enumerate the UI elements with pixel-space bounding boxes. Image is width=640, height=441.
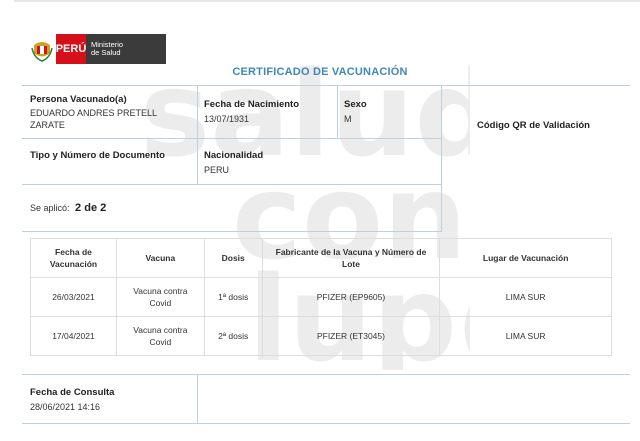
ministry-label: Ministerio de Salud	[86, 34, 166, 64]
cell-dose: 2ª dosis	[203, 316, 263, 356]
grid-line	[22, 85, 630, 86]
vaccination-table: Fecha de Vacunación Vacuna Dosis Fabrica…	[30, 238, 612, 356]
person-name-value: EDUARDO ANDRES PRETELL ZARATE	[30, 107, 157, 131]
cell-vaccine: Vacuna contra Covid	[115, 277, 205, 317]
table-row: 17/04/2021 Vacuna contra Covid 2ª dosis …	[30, 316, 612, 356]
column-header-maker: Fabricante de la Vacuna y Número de Lote	[261, 238, 441, 278]
person-name-line1: EDUARDO ANDRES PRETELL	[30, 108, 158, 118]
column-header-vaccine: Vacuna	[115, 238, 205, 278]
cell-dose: 1ª dosis	[203, 277, 263, 317]
grid-line	[197, 85, 198, 184]
birth-date-value: 13/07/1931	[204, 114, 250, 124]
cell-vaccine-line1: Vacuna contra	[133, 286, 188, 296]
table-header-row: Fecha de Vacunación Vacuna Dosis Fabrica…	[30, 238, 612, 278]
ministry-line2: de Salud	[91, 48, 121, 57]
grid-line	[22, 423, 630, 424]
coat-of-arms-icon	[28, 34, 56, 64]
doses-applied-label: Se aplicó:	[30, 203, 70, 213]
nationality-value: PERU	[204, 165, 230, 175]
cell-date: 26/03/2021	[30, 277, 117, 317]
cell-vaccine-line2: Covid	[149, 337, 172, 347]
consult-date-label: Fecha de Consulta	[30, 387, 115, 398]
document-label: Tipo y Número de Documento	[30, 150, 165, 161]
cell-date: 17/04/2021	[30, 316, 117, 356]
certificate-page: salud con lup@ PERÚ Ministerio de Salud …	[0, 0, 640, 441]
sex-label: Sexo	[344, 99, 367, 110]
grid-line	[22, 374, 630, 375]
birth-date-label: Fecha de Nacimiento	[204, 99, 300, 110]
consult-date-value: 28/06/2021 14:16	[30, 402, 101, 412]
certificate-title: CERTIFICADO DE VACUNACIÓN	[232, 66, 408, 78]
person-name-line2: ZARATE	[30, 120, 65, 130]
cell-maker: PFIZER (EP9605)	[261, 277, 441, 317]
cell-vaccine-line1: Vacuna contra	[133, 325, 188, 335]
page-top-border	[14, 0, 640, 2]
column-header-place: Lugar de Vacunación	[439, 238, 612, 278]
nationality-label: Nacionalidad	[204, 150, 264, 161]
sex-value: M	[344, 114, 352, 124]
person-name-label: Persona Vacunado(a)	[30, 94, 127, 105]
cell-place: LIMA SUR	[439, 316, 612, 356]
table-row: 26/03/2021 Vacuna contra Covid 1ª dosis …	[30, 277, 612, 317]
grid-line	[337, 85, 338, 138]
cell-maker: PFIZER (ET3045)	[261, 316, 441, 356]
watermark-line1: salud	[140, 60, 470, 183]
qr-validation-label: Código QR de Validación	[477, 120, 590, 131]
ministry-logo: PERÚ Ministerio de Salud	[28, 34, 166, 64]
cell-vaccine: Vacuna contra Covid	[115, 316, 205, 356]
doses-applied-value: 2 de 2	[75, 202, 107, 214]
cell-vaccine-line2: Covid	[149, 298, 172, 308]
column-header-date: Fecha de Vacunación	[30, 238, 117, 278]
peru-label: PERÚ	[56, 34, 86, 64]
grid-line	[197, 374, 198, 424]
grid-line	[22, 184, 442, 185]
cell-place: LIMA SUR	[439, 277, 612, 317]
grid-line	[22, 231, 442, 232]
doses-applied: Se aplicó: 2 de 2	[30, 202, 106, 214]
column-header-dose: Dosis	[203, 238, 263, 278]
grid-line	[441, 85, 442, 231]
grid-line	[22, 138, 442, 139]
